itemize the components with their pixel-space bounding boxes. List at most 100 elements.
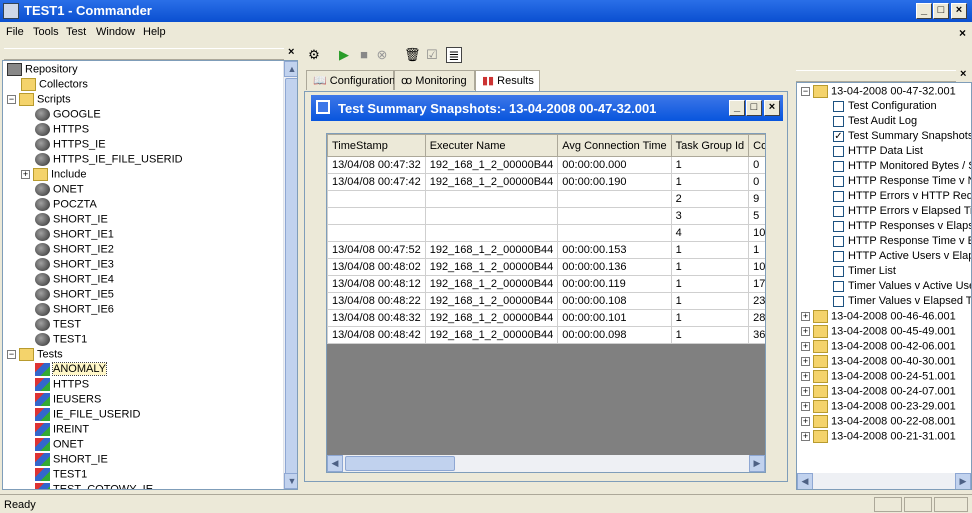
tree-item[interactable]: SHORT_IE5 [35,288,114,303]
run-icon[interactable]: ▶ [336,47,352,63]
table-row[interactable]: 13/04/08 00:48:02 192_168_1_2_00000B44 00:… [327,258,765,276]
checkbox[interactable] [833,265,844,277]
h-scroll-thumb[interactable] [345,456,455,471]
results-run-node[interactable]: +13-04-2008 00-24-51.001 [801,370,956,385]
expand-icon[interactable]: + [21,170,30,179]
inner-maximize-button[interactable]: □ [746,100,762,116]
checkbox[interactable] [833,205,844,217]
minimize-button[interactable]: _ [916,3,932,19]
result-report-item[interactable]: HTTP Response Time v Num [833,175,971,190]
checkbox[interactable] [833,160,844,172]
close-button[interactable]: × [951,3,967,19]
scroll-down-icon[interactable]: ▼ [284,473,297,489]
result-report-item[interactable]: Test Audit Log [833,115,917,130]
tree-item[interactable]: SHORT_IE4 [35,273,114,288]
menu-file[interactable]: File [6,26,24,38]
checkbox[interactable] [833,190,844,202]
menu-help[interactable]: Help [143,26,166,38]
scroll-left-icon[interactable]: ◀ [797,473,813,489]
table-row[interactable]: 35 [327,207,765,225]
table-row[interactable]: 13/04/08 00:48:42 192_168_1_2_00000B44 00:… [327,326,765,344]
table-row[interactable]: 13/04/08 00:47:52 192_168_1_2_00000B44 00:… [327,241,765,259]
menu-test[interactable]: Test [66,26,86,38]
tree-item[interactable]: SHORT_IE1 [35,228,114,243]
column-header[interactable]: Avg Connection Time [557,134,672,157]
menu-tools[interactable]: Tools [33,26,59,38]
right-horizontal-scrollbar[interactable]: ◀ ▶ [797,473,971,489]
checkbox[interactable]: ✓ [833,130,844,142]
checkbox[interactable] [833,280,844,292]
results-run-node[interactable]: +13-04-2008 00-46-46.001 [801,310,956,325]
settings-icon[interactable]: ⚙ [306,47,322,63]
checkbox[interactable] [833,250,844,262]
tree-item[interactable]: ONET [35,183,84,198]
results-run-node[interactable]: +13-04-2008 00-42-06.001 [801,340,956,355]
table-row[interactable]: 4 10 [327,224,765,242]
expand-icon[interactable]: + [801,417,810,426]
tree-item[interactable]: Repository [7,63,78,78]
scroll-right-icon[interactable]: ▶ [955,473,971,489]
left-vertical-scrollbar[interactable]: ▲ ▼ [283,61,297,489]
tree-item[interactable]: + Include [21,168,86,183]
result-report-item[interactable]: HTTP Monitored Bytes / Sec [833,160,971,175]
table-row[interactable]: 13/04/08 00:48:22 192_168_1_2_00000B44 00:… [327,292,765,310]
tree-item[interactable]: − Tests [7,348,63,363]
tree-item[interactable]: TEST [35,318,81,333]
table-row[interactable]: 13/04/08 00:47:42 192_168_1_2_00000B44 00:… [327,173,765,191]
result-report-item[interactable]: Timer List [833,265,896,280]
inner-minimize-button[interactable]: _ [729,100,745,116]
checklist-icon[interactable]: ☑ [424,47,440,63]
tree-item[interactable]: TEST1 [35,333,87,348]
result-report-item[interactable]: ✓ Test Summary Snapshots [833,130,971,145]
stop-icon[interactable]: ■ [356,47,372,63]
expand-icon[interactable]: + [801,402,810,411]
result-report-item[interactable]: Test Configuration [833,100,937,115]
tab-monitoring[interactable]: ꝏ Monitoring [394,70,475,90]
expand-icon[interactable]: + [801,372,810,381]
scroll-up-icon[interactable]: ▲ [284,61,297,77]
tree-item[interactable]: SHORT_IE [35,453,108,468]
results-run-node[interactable]: +13-04-2008 00-24-07.001 [801,385,956,400]
collapse-icon[interactable]: − [801,87,810,96]
tree-item[interactable]: TEST1 [35,468,87,483]
tree-item[interactable]: TEST_COTOWY_IE [35,483,153,489]
expand-icon[interactable]: + [801,387,810,396]
expand-icon[interactable]: + [801,342,810,351]
tree-item[interactable]: POCZTA [35,198,97,213]
results-run-node[interactable]: +13-04-2008 00-21-31.001 [801,430,956,445]
scroll-right-icon[interactable]: ▶ [749,455,765,472]
result-report-item[interactable]: HTTP Active Users v Elapse [833,250,971,265]
delete-icon[interactable]: 🗑 [404,47,421,63]
column-header[interactable]: TimeStamp [327,134,426,157]
tree-item[interactable]: − Scripts [7,93,71,108]
tab-results[interactable]: ▮▮ Results [475,70,540,91]
checkbox[interactable] [833,295,844,307]
result-report-item[interactable]: HTTP Errors v HTTP Reques [833,190,971,205]
tree-item[interactable]: HTTPS [35,123,89,138]
result-report-item[interactable]: HTTP Data List [833,145,923,160]
result-report-item[interactable]: HTTP Responses v Elapsed [833,220,971,235]
expand-icon[interactable]: + [801,357,810,366]
collapse-icon[interactable]: − [7,95,16,104]
expand-icon[interactable]: + [801,327,810,336]
result-report-item[interactable]: Timer Values v Elapsed Time [833,295,971,310]
column-header[interactable]: Complet [748,134,765,157]
checkbox[interactable] [833,235,844,247]
left-panel-grip[interactable] [4,48,284,60]
tree-item[interactable]: HTTPS_IE [35,138,106,153]
tree-item[interactable]: GOOGLE [35,108,101,123]
results-run-node[interactable]: +13-04-2008 00-45-49.001 [801,325,956,340]
table-row[interactable]: 13/04/08 00:47:32 192_168_1_2_00000B44 00:… [327,156,765,174]
table-row[interactable]: 13/04/08 00:48:32 192_168_1_2_00000B44 00:… [327,309,765,327]
table-horizontal-scrollbar[interactable]: ◀ ▶ [327,455,765,472]
tree-item[interactable]: ONET [35,438,84,453]
tree-item[interactable]: SHORT_IE [35,213,108,228]
checkbox[interactable] [833,175,844,187]
menu-window[interactable]: Window [96,26,135,38]
right-panel-close-icon[interactable]: × [960,68,966,80]
tree-item[interactable]: SHORT_IE6 [35,303,114,318]
expand-icon[interactable]: + [801,432,810,441]
column-header[interactable]: Task Group Id [670,134,750,157]
scroll-thumb[interactable] [285,78,297,476]
report-icon[interactable]: ≣ [446,47,462,63]
